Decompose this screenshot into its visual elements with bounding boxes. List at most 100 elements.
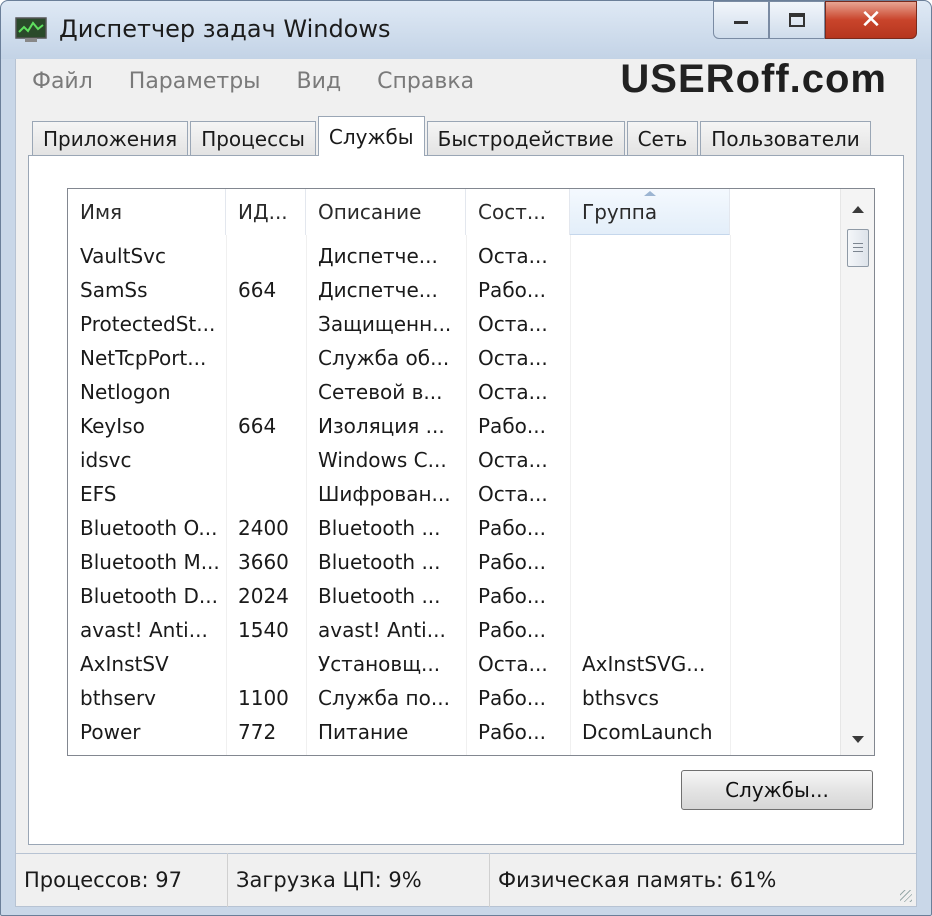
cell-description: Bluetooth ...: [318, 516, 441, 540]
tab-services[interactable]: Службы: [317, 116, 425, 156]
cell-status: Рабо...: [478, 618, 546, 642]
tab-users[interactable]: Пользователи: [700, 121, 871, 155]
column-header-description[interactable]: Описание: [306, 189, 466, 235]
table-row[interactable]: ProtectedSt... Защищенн... Оста...: [68, 307, 838, 341]
scroll-down-button[interactable]: [841, 723, 874, 755]
table-row[interactable]: KeyIso 664 Изоляция ... Рабо...: [68, 409, 838, 443]
column-header-pid[interactable]: ИД...: [226, 189, 306, 235]
column-header-group-label: Группа: [582, 199, 658, 224]
cell-status: Оста...: [478, 346, 548, 370]
status-bar: Процессов: 97 Загрузка ЦП: 9% Физическая…: [15, 853, 917, 907]
cell-group: [570, 409, 730, 443]
tab-applications[interactable]: Приложения: [32, 121, 189, 155]
maximize-button[interactable]: [769, 1, 825, 39]
status-processes: Процессов: 97: [16, 853, 228, 907]
minimize-button[interactable]: [713, 1, 769, 39]
tab-performance[interactable]: Быстродействие: [426, 121, 625, 155]
window-title: Диспетчер задач Windows: [59, 15, 391, 43]
tab-processes[interactable]: Процессы: [190, 121, 316, 155]
cell-name: VaultSvc: [80, 244, 166, 268]
cell-name: Netlogon: [80, 380, 171, 404]
cell-pid: [226, 239, 306, 273]
arrow-down-icon: [851, 735, 864, 743]
cell-description: avast! Anti...: [318, 618, 446, 642]
cell-group: [570, 239, 730, 273]
cell-group: [570, 273, 730, 307]
task-manager-window: Диспетчер задач Windows ✕ Файл Параметры…: [0, 0, 932, 916]
cell-group: [570, 511, 730, 545]
table-row[interactable]: bthserv 1100 Служба по... Рабо... bthsvcs: [68, 681, 838, 715]
cell-status: Рабо...: [478, 278, 546, 302]
cell-description: Питание: [318, 720, 409, 744]
column-header-status[interactable]: Сост...: [466, 189, 570, 235]
cell-description: Служба по...: [318, 686, 450, 710]
cell-group: [570, 341, 730, 375]
cell-status: Рабо...: [478, 584, 546, 608]
resize-grip[interactable]: [900, 890, 912, 902]
cell-name: bthserv: [80, 686, 156, 710]
status-memory: Физическая память: 61%: [498, 868, 777, 892]
column-header-group[interactable]: Группа: [570, 189, 730, 235]
cell-group: [570, 613, 730, 647]
cell-description: Bluetooth ...: [318, 550, 441, 574]
tab-strip: Приложения Процессы Службы Быстродействи…: [32, 115, 873, 156]
cell-pid: 664: [238, 414, 277, 438]
cell-status: Оста...: [478, 244, 548, 268]
cell-pid: 3660: [238, 550, 289, 574]
table-row[interactable]: EFS Шифрован... Оста...: [68, 477, 838, 511]
sort-ascending-icon: [644, 191, 656, 196]
cell-description: Шифрован...: [318, 482, 451, 506]
menu-options[interactable]: Параметры: [129, 69, 261, 94]
cell-pid: [226, 647, 306, 681]
table-row[interactable]: VaultSvc Диспетче... Оста...: [68, 239, 838, 273]
watermark-text-b: off.com: [735, 57, 887, 101]
cell-description: Диспетче...: [318, 278, 438, 302]
cell-name: ProtectedSt...: [80, 312, 216, 336]
table-row[interactable]: SamSs 664 Диспетче... Рабо...: [68, 273, 838, 307]
task-manager-icon: [15, 17, 47, 42]
cell-group: [570, 579, 730, 613]
menu-file[interactable]: Файл: [32, 69, 93, 94]
table-row[interactable]: Bluetooth O... 2400 Bluetooth ... Рабо...: [68, 511, 838, 545]
table-row[interactable]: avast! Anti... 1540 avast! Anti... Рабо...: [68, 613, 838, 647]
column-header-name[interactable]: Имя: [68, 189, 226, 235]
cell-pid: 1100: [238, 686, 289, 710]
list-header: Имя ИД... Описание Сост... Группа: [68, 189, 838, 235]
table-row[interactable]: idsvc Windows C... Оста...: [68, 443, 838, 477]
services-button[interactable]: Службы...: [681, 770, 873, 810]
cell-pid: [226, 443, 306, 477]
services-list[interactable]: Имя ИД... Описание Сост... Группа VaultS…: [67, 188, 875, 756]
vertical-scrollbar[interactable]: [840, 189, 874, 755]
cell-name: AxInstSV: [80, 652, 169, 676]
cell-group: AxInstSVG...: [582, 652, 706, 676]
cell-group: [570, 375, 730, 409]
menu-help[interactable]: Справка: [377, 69, 474, 94]
maximize-icon: [789, 13, 805, 27]
table-row[interactable]: AxInstSV Установщ... Оста... AxInstSVG...: [68, 647, 838, 681]
scroll-up-button[interactable]: [841, 193, 874, 225]
scroll-thumb[interactable]: [847, 229, 869, 267]
menu-view[interactable]: Вид: [297, 69, 342, 94]
cell-description: Установщ...: [318, 652, 441, 676]
cell-name: Bluetooth M...: [80, 550, 220, 574]
cell-group: [570, 307, 730, 341]
close-button[interactable]: ✕: [825, 1, 917, 39]
table-row[interactable]: Netlogon Сетевой в... Оста...: [68, 375, 838, 409]
cell-status: Рабо...: [478, 414, 546, 438]
tab-networking[interactable]: Сеть: [626, 121, 699, 155]
cell-status: Оста...: [478, 482, 548, 506]
watermark-logo: USERoff.com: [620, 57, 887, 102]
table-row[interactable]: Bluetooth D... 2024 Bluetooth ... Рабо...: [68, 579, 838, 613]
cell-name: avast! Anti...: [80, 618, 208, 642]
cell-pid: [226, 375, 306, 409]
cell-group: [570, 443, 730, 477]
table-row[interactable]: Power 772 Питание Рабо... DcomLaunch: [68, 715, 838, 749]
table-row[interactable]: Bluetooth M... 3660 Bluetooth ... Рабо...: [68, 545, 838, 579]
cell-status: Рабо...: [478, 720, 546, 744]
table-row[interactable]: NetTcpPort... Служба об... Оста...: [68, 341, 838, 375]
cell-name: KeyIso: [80, 414, 145, 438]
cell-status: Рабо...: [478, 516, 546, 540]
minimize-icon: [734, 21, 748, 24]
title-bar[interactable]: Диспетчер задач Windows ✕: [1, 1, 931, 59]
cell-status: Рабо...: [478, 550, 546, 574]
